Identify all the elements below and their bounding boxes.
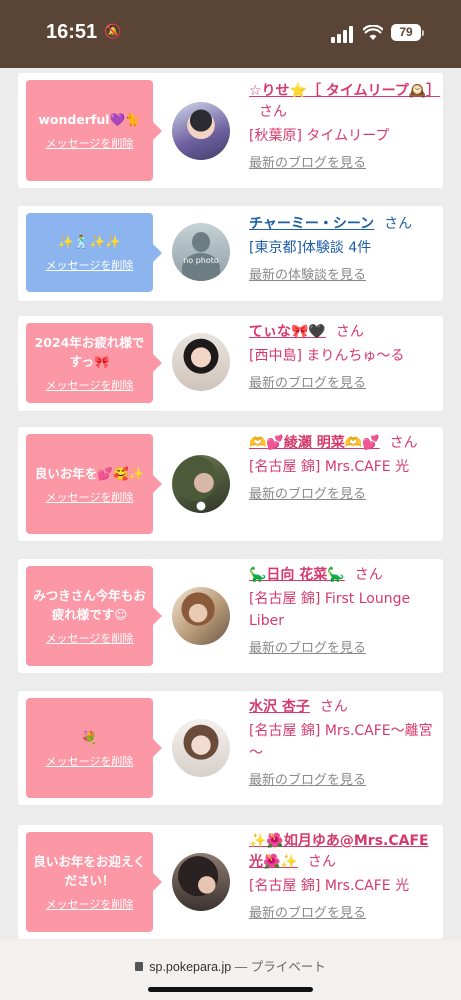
private-mode-label: — プライベート: [234, 960, 326, 974]
delete-message-link[interactable]: メッセージを削除: [46, 135, 134, 151]
message-text: 良いお年をお迎えください！: [33, 854, 146, 888]
latest-blog-link[interactable]: 最新のブログを見る: [249, 152, 439, 171]
lock-icon: [135, 962, 144, 971]
avatar[interactable]: [172, 102, 230, 160]
delete-message-link[interactable]: メッセージを削除: [46, 377, 134, 393]
url-domain: sp.pokepara.jp: [149, 960, 232, 974]
message-text: 2024年お疲れ様ですっ🎀: [34, 335, 145, 369]
message-text: 💐: [81, 729, 98, 745]
list-item: wonderful💜🐈 メッセージを削除 ☆りせ⭐［ タイムリープ🕰️］ さん […: [18, 73, 443, 188]
person-silhouette-icon: [192, 232, 210, 252]
message-text: みつきさん今年もお疲れ様です☺: [33, 588, 146, 622]
delete-message-link[interactable]: メッセージを削除: [46, 489, 134, 505]
cast-name-link[interactable]: 🦕日向 花菜🦕: [249, 567, 345, 583]
clock: 16:51: [46, 21, 98, 43]
message-bubble: 💐 メッセージを削除: [26, 698, 162, 798]
battery-tip: [422, 30, 424, 36]
store-info: [名古屋 錦] First Lounge Liber: [249, 591, 411, 629]
avatar[interactable]: [172, 587, 230, 645]
avatar-no-photo[interactable]: no photo: [172, 223, 230, 281]
latest-blog-link[interactable]: 最新のブログを見る: [249, 902, 439, 921]
wifi-icon: [363, 25, 383, 40]
no-photo-label: no photo: [183, 256, 219, 265]
store-info: [秋葉原] タイムリープ: [249, 128, 390, 144]
list-item: みつきさん今年もお疲れ様です☺ メッセージを削除 🦕日向 花菜🦕 さん [名古屋 …: [18, 559, 443, 673]
avatar[interactable]: [172, 455, 230, 513]
avatar[interactable]: [172, 333, 230, 391]
latest-blog-link[interactable]: 最新のブログを見る: [249, 372, 439, 391]
message-bubble: wonderful💜🐈 メッセージを削除: [26, 80, 162, 181]
honorific: さん: [384, 216, 413, 232]
store-info: [西中島] まりんちゅ～る: [249, 348, 405, 364]
honorific: さん: [319, 699, 348, 715]
avatar[interactable]: [172, 719, 230, 777]
honorific: さん: [389, 435, 418, 451]
latest-blog-link[interactable]: 最新のブログを見る: [249, 483, 439, 502]
cast-name-link[interactable]: チャーミー・シーン: [249, 216, 374, 232]
area-info: [東京都]体験談 4件: [249, 240, 372, 256]
home-indicator[interactable]: [148, 987, 313, 992]
delete-message-link[interactable]: メッセージを削除: [46, 257, 134, 273]
store-info: [名古屋 錦] Mrs.CAFE～離宮～: [249, 723, 433, 761]
cast-name-link[interactable]: 🫶💕綾瀬 明菜🫶💕: [249, 435, 380, 451]
message-bubble: 2024年お疲れ様ですっ🎀 メッセージを削除: [26, 323, 162, 403]
cellular-signal-icon: [331, 25, 355, 43]
latest-blog-link[interactable]: 最新のブログを見る: [249, 637, 439, 656]
message-bubble: 良いお年をお迎えください！ メッセージを削除: [26, 832, 162, 932]
latest-blog-link[interactable]: 最新のブログを見る: [249, 769, 439, 788]
list-item: 良いお年を💕🥰✨ メッセージを削除 🫶💕綾瀬 明菜🫶💕 さん [名古屋 錦] Mr…: [18, 427, 443, 541]
delete-message-link[interactable]: メッセージを削除: [46, 630, 134, 646]
message-feed[interactable]: wonderful💜🐈 メッセージを削除 ☆りせ⭐［ タイムリープ🕰️］ さん […: [0, 68, 461, 940]
message-bubble: ✨🕺✨✨ メッセージを削除: [26, 213, 162, 292]
list-item: 💐 メッセージを削除 水沢 杏子 さん [名古屋 錦] Mrs.CAFE～離宮～ …: [18, 691, 443, 805]
list-item: ✨🕺✨✨ メッセージを削除 no photo チャーミー・シーン さん [東京都]…: [18, 206, 443, 301]
avatar[interactable]: [172, 853, 230, 911]
message-text: wonderful💜🐈: [38, 112, 141, 127]
message-bubble: 良いお年を💕🥰✨ メッセージを削除: [26, 434, 162, 534]
delete-message-link[interactable]: メッセージを削除: [46, 753, 134, 769]
delete-message-link[interactable]: メッセージを削除: [46, 896, 134, 912]
honorific: さん: [259, 104, 287, 120]
battery-icon: 79: [391, 24, 421, 41]
cast-name-link[interactable]: 水沢 杏子: [249, 699, 310, 715]
store-info: [名古屋 錦] Mrs.CAFE 光: [249, 878, 410, 894]
list-item: 2024年お疲れ様ですっ🎀 メッセージを削除 てぃな🎀🖤 さん [西中島] まりん…: [18, 316, 443, 411]
message-text: ✨🕺✨✨: [58, 234, 121, 249]
message-bubble: みつきさん今年もお疲れ様です☺ メッセージを削除: [26, 566, 162, 666]
store-info: [名古屋 錦] Mrs.CAFE 光: [249, 459, 410, 475]
status-bar: 16:51 🔕 79: [0, 0, 461, 68]
silent-mode-icon: 🔕: [104, 24, 122, 40]
message-text: 良いお年を💕🥰✨: [34, 465, 145, 481]
list-item: 良いお年をお迎えください！ メッセージを削除 ✨🌺如月ゆあ@Mrs.CAFE光🌺…: [18, 825, 443, 939]
latest-review-link[interactable]: 最新の体験談を見る: [249, 264, 439, 283]
cast-name-link[interactable]: ✨🌺如月ゆあ@Mrs.CAFE光🌺✨: [249, 833, 429, 870]
honorific: さん: [354, 567, 383, 583]
honorific: さん: [307, 854, 336, 870]
cast-name-link[interactable]: ☆りせ⭐［ タイムリープ🕰️］: [249, 83, 440, 99]
honorific: さん: [335, 324, 364, 340]
cast-name-link[interactable]: てぃな🎀🖤: [249, 324, 326, 340]
